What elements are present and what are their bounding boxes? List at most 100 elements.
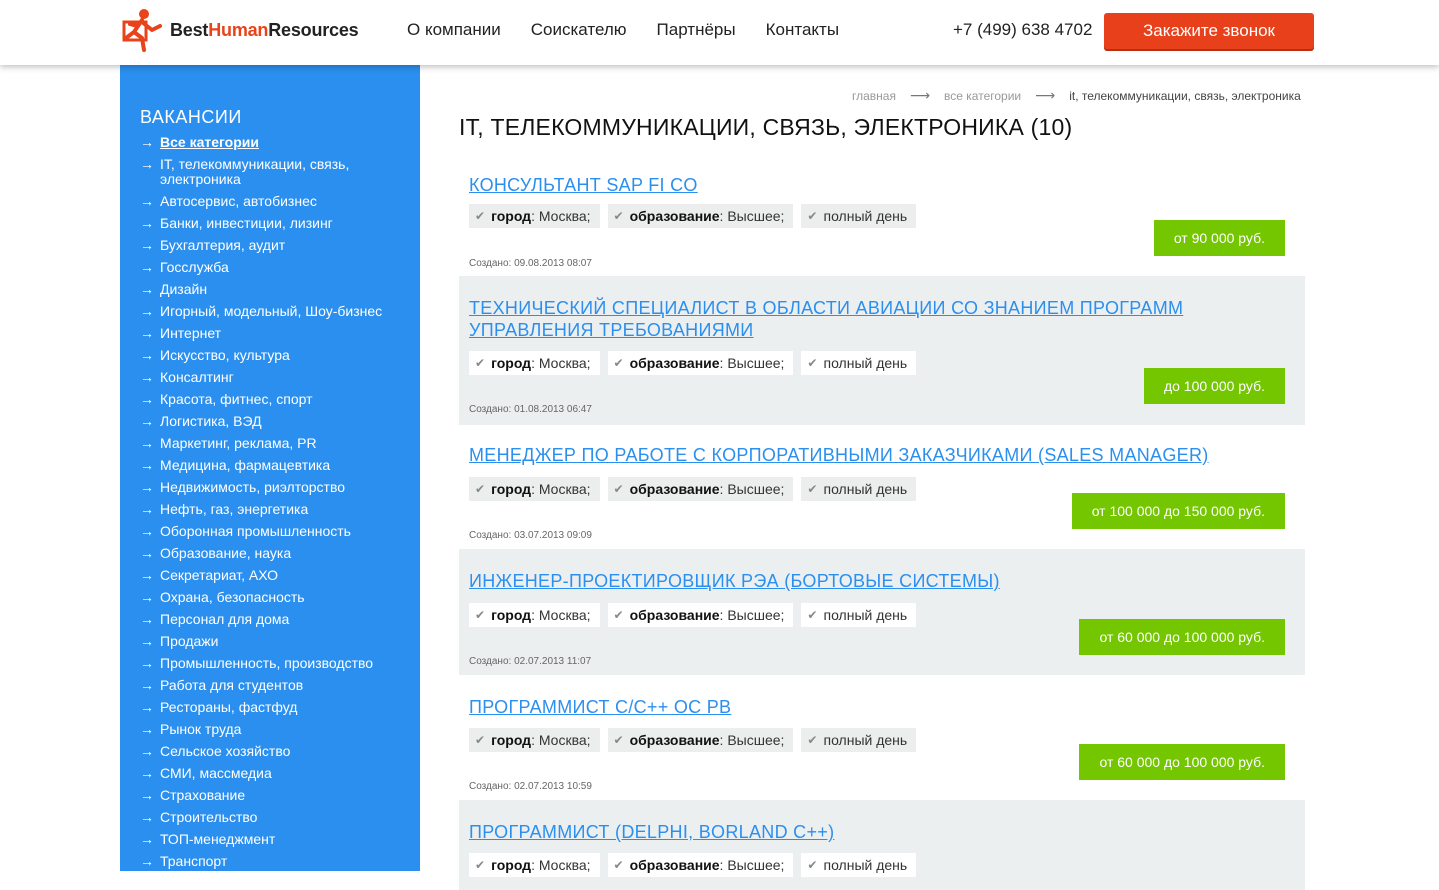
nav-about[interactable]: О компании	[407, 20, 501, 40]
sidebar-category-label[interactable]: Охрана, безопасность	[160, 590, 305, 605]
breadcrumb-home[interactable]: главная	[852, 89, 896, 103]
sidebar-category-label[interactable]: Бухгалтерия, аудит	[160, 238, 285, 253]
sidebar-category-label[interactable]: Красота, фитнес, спорт	[160, 392, 313, 407]
sidebar-category-item[interactable]: → Строительство	[140, 810, 410, 825]
sidebar-category-item[interactable]: → Охрана, безопасность	[140, 590, 410, 605]
sidebar-category-label[interactable]: Промышленность, производство	[160, 656, 373, 671]
city-label: город	[491, 732, 532, 748]
sidebar-category-label[interactable]: Дизайн	[160, 282, 207, 297]
sidebar-category-item[interactable]: → Рестораны, фастфуд	[140, 700, 410, 715]
sidebar-category-item[interactable]: → ТОП-менеджмент	[140, 832, 410, 847]
nav-applicants[interactable]: Соискателю	[531, 20, 627, 40]
breadcrumb-categories[interactable]: все категории	[944, 89, 1021, 103]
sidebar-category-item[interactable]: → Работа для студентов	[140, 678, 410, 693]
sidebar-category-item[interactable]: → Рынок труда	[140, 722, 410, 737]
logo[interactable]: BestHumanResources	[120, 8, 359, 52]
sidebar-category-item[interactable]: → Госслужба	[140, 260, 410, 275]
sidebar-category-item[interactable]: → Искусство, культура	[140, 348, 410, 363]
sidebar-category-item[interactable]: → Автосервис, автобизнес	[140, 194, 410, 209]
sidebar-category-item[interactable]: → Игорный, модельный, Шоу-бизнес	[140, 304, 410, 319]
sidebar-category-label[interactable]: Страхование	[160, 788, 245, 803]
sidebar-category-label[interactable]: Персонал для дома	[160, 612, 289, 627]
city-value: Москва;	[538, 732, 591, 748]
sidebar-category-label[interactable]: Игорный, модельный, Шоу-бизнес	[160, 304, 382, 319]
sidebar-category-label[interactable]: Сельское хозяйство	[160, 744, 290, 759]
sidebar-category-label[interactable]: Медицина, фармацевтика	[160, 458, 330, 473]
sidebar-category-label[interactable]: Маркетинг, реклама, PR	[160, 436, 317, 451]
sidebar-category-item[interactable]: → СМИ, массмедиа	[140, 766, 410, 781]
sidebar-category-item[interactable]: → Бухгалтерия, аудит	[140, 238, 410, 253]
phone-number[interactable]: +7 (499) 638 4702	[953, 20, 1092, 40]
sidebar-category-label[interactable]: Рынок труда	[160, 722, 241, 737]
sidebar-category-label[interactable]: Интернет	[160, 326, 221, 341]
sidebar-category-label[interactable]: Банки, инвестиции, лизинг	[160, 216, 333, 231]
sidebar-category-label[interactable]: Строительство	[160, 810, 257, 825]
sidebar-category-item[interactable]: → Дизайн	[140, 282, 410, 297]
sidebar-category-item[interactable]: → Логистика, ВЭД	[140, 414, 410, 429]
sidebar-category-label[interactable]: Секретариат, АХО	[160, 568, 278, 583]
city-tag: ✔ город: Москва;	[469, 351, 600, 375]
sidebar-category-item[interactable]: → Промышленность, производство	[140, 656, 410, 671]
sidebar-category-item[interactable]: → Оборонная промышленность	[140, 524, 410, 539]
education-label: образование	[629, 355, 720, 371]
sidebar-category-label[interactable]: СМИ, массмедиа	[160, 766, 272, 781]
sidebar-category-item[interactable]: → Консалтинг	[140, 370, 410, 385]
sidebar-category-label[interactable]: Продажи	[160, 634, 218, 649]
sidebar-category-item[interactable]: → Банки, инвестиции, лизинг	[140, 216, 410, 231]
job-card: ТЕХНИЧЕСКИЙ СПЕЦИАЛИСТ В ОБЛАСТИ АВИАЦИИ…	[459, 276, 1305, 425]
sidebar-category-label[interactable]: Нефть, газ, энергетика	[160, 502, 308, 517]
sidebar-category-item[interactable]: → Медицина, фармацевтика	[140, 458, 410, 473]
sidebar-category-item[interactable]: → Сельское хозяйство	[140, 744, 410, 759]
city-label: город	[491, 208, 532, 224]
arrow-right-icon: →	[140, 215, 154, 231]
job-tags: ✔ город: Москва; ✔ образование: Высшее; ✔ пол…	[469, 351, 924, 375]
sidebar-category-item[interactable]: → Образование, наука	[140, 546, 410, 561]
sidebar-category-label[interactable]: Все категории	[160, 135, 259, 150]
nav-contacts[interactable]: Контакты	[766, 20, 839, 40]
arrow-right-icon: →	[140, 523, 154, 539]
order-call-button[interactable]: Закажите звонок	[1104, 13, 1314, 49]
sidebar-category-label[interactable]: Искусство, культура	[160, 348, 290, 363]
job-tags: ✔ город: Москва; ✔ образование: Высшее; ✔ пол…	[469, 853, 924, 877]
sidebar-category-label[interactable]: Консалтинг	[160, 370, 234, 385]
sidebar-category-item[interactable]: → Все категории	[140, 135, 410, 150]
sidebar-category-label[interactable]: Логистика, ВЭД	[160, 414, 262, 429]
job-title-link[interactable]: ПРОГРАММИСТ С/С++ ОС РВ	[469, 696, 1299, 718]
sidebar-category-label[interactable]: Госслужба	[160, 260, 229, 275]
city-value: Москва;	[538, 607, 591, 623]
sidebar-category-label[interactable]: Транспорт	[160, 854, 227, 869]
sidebar-category-item[interactable]: → Страхование	[140, 788, 410, 803]
sidebar-category-item[interactable]: → Секретариат, АХО	[140, 568, 410, 583]
nav-partners[interactable]: Партнёры	[657, 20, 736, 40]
sidebar-category-item[interactable]: → Маркетинг, реклама, PR	[140, 436, 410, 451]
sidebar-category-item[interactable]: → Нефть, газ, энергетика	[140, 502, 410, 517]
job-tags: ✔ город: Москва; ✔ образование: Высшее; ✔ пол…	[469, 603, 924, 627]
sidebar-category-label[interactable]: Рестораны, фастфуд	[160, 700, 297, 715]
sidebar-category-label[interactable]: Работа для студентов	[160, 678, 303, 693]
education-label: образование	[629, 607, 720, 623]
sidebar-category-item[interactable]: → Транспорт	[140, 854, 410, 869]
sidebar-category-label[interactable]: Автосервис, автобизнес	[160, 194, 317, 209]
sidebar-category-item[interactable]: → IT, телекоммуникации, связь, электроник…	[140, 157, 410, 187]
sidebar-category-label[interactable]: Образование, наука	[160, 546, 291, 561]
sidebar-category-item[interactable]: → Недвижимость, риэлторство	[140, 480, 410, 495]
check-icon: ✔	[807, 482, 818, 496]
sidebar-category-label[interactable]: IT, телекоммуникации, связь, электроника	[160, 157, 410, 187]
sidebar-category-item[interactable]: → Продажи	[140, 634, 410, 649]
job-title-link[interactable]: ИНЖЕНЕР-ПРОЕКТИРОВЩИК РЭА (БОРТОВЫЕ СИСТ…	[469, 570, 1299, 592]
sidebar-category-label[interactable]: ТОП-менеджмент	[160, 832, 275, 847]
job-title-link[interactable]: ТЕХНИЧЕСКИЙ СПЕЦИАЛИСТ В ОБЛАСТИ АВИАЦИИ…	[469, 297, 1299, 341]
sidebar-category-item[interactable]: → Красота, фитнес, спорт	[140, 392, 410, 407]
created-date: Создано: 02.07.2013 10:59	[469, 781, 592, 792]
job-title-link[interactable]: ПРОГРАММИСТ (DELPHI, BORLAND C++)	[469, 821, 1299, 843]
created-date: Создано: 09.08.2013 08:07	[469, 258, 592, 269]
sidebar-category-item[interactable]: → Персонал для дома	[140, 612, 410, 627]
schedule-value: полный день	[823, 732, 908, 748]
job-title-link[interactable]: МЕНЕДЖЕР ПО РАБОТЕ С КОРПОРАТИВНЫМИ ЗАКА…	[469, 444, 1299, 466]
sidebar-category-label[interactable]: Оборонная промышленность	[160, 524, 351, 539]
sidebar-category-item[interactable]: → Интернет	[140, 326, 410, 341]
sidebar-category-label[interactable]: Недвижимость, риэлторство	[160, 480, 345, 495]
schedule-value: полный день	[823, 208, 908, 224]
job-title-link[interactable]: КОНСУЛЬТАНТ SAP FI CO	[469, 174, 1299, 196]
salary-badge: от 90 000 руб.	[1153, 220, 1285, 256]
